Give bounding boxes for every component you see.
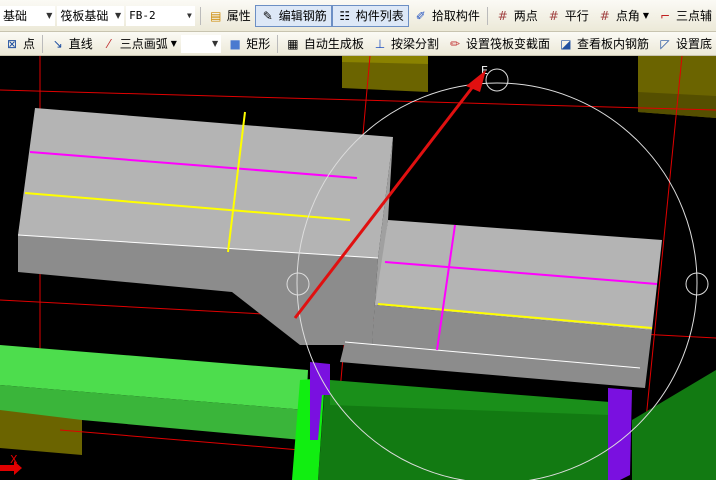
point-angle-button[interactable]: # 点角 ▼ [593,5,653,27]
pick-component-button[interactable]: ✐ 拾取构件 [409,5,484,27]
floor-combo-value: 基础 [3,9,28,23]
split-icon: ⊥ [374,36,386,51]
split-by-beam-button[interactable]: ⊥ 按梁分割 [368,33,443,55]
auto-generate-label: 自动生成板 [303,37,364,51]
split-by-beam-label: 按梁分割 [390,37,439,51]
floor-combo[interactable]: 基础 ▼ [0,5,56,26]
point-angle-icon: # [599,8,610,23]
line-icon: ↘ [52,36,63,51]
three-point-axis-button[interactable]: ⌐ 三点辅 [653,5,716,27]
two-points-label: 两点 [513,9,538,23]
view-slab-rebar-label: 查看板内钢筋 [576,37,649,51]
set-more-button[interactable]: ◸ 设置底 [653,33,716,55]
slab-right [340,220,662,388]
separator [486,6,488,25]
edit-rebar-button[interactable]: ✎ 编辑钢筋 [254,4,332,27]
parallel-button[interactable]: # 平行 [542,5,593,27]
set-raft-section-button[interactable]: ✏ 设置筏板变截面 [443,33,554,55]
edit-rebar-label: 编辑钢筋 [278,9,327,23]
pencil-icon: ✎ [262,8,273,23]
rectangle-label: 矩形 [246,37,271,51]
eyedropper-icon: ✐ [415,8,426,23]
line-label: 直线 [68,37,93,51]
name-combo-value: FB-2 [129,9,156,22]
separator [277,34,278,53]
main-toolbar: 基础 ▼ 筏板基础 ▼ FB-2 ▼ ▤ 属性 ✎ 编辑钢筋 ☷ 构件列表 ✐ 拾取构件 # 两… [0,0,716,32]
set-more-label: 设置底 [675,37,712,51]
arc-icon: ⁄ [107,36,110,51]
rectangle-button[interactable]: ■ 矩形 [223,33,274,55]
view-slab-rebar-button[interactable]: ◪ 查看板内钢筋 [554,33,653,55]
auto-generate-button[interactable]: ▦ 自动生成板 [281,33,368,55]
grid-icon: ▦ [287,36,299,51]
draw-toolbar: ⊠ 点 ↘ 直线 ⁄ 三点画弧 ▼ ▼ ■ 矩形 ▦ 自动生成板 ⊥ 按梁分割 ✏ 设置筏板变截… [0,32,716,56]
chevron-down-icon: ▼ [170,39,177,48]
arc-mode-combo[interactable]: ▼ [180,34,222,53]
chevron-down-icon: ▼ [114,11,122,20]
properties-button[interactable]: ▤ 属性 [204,5,255,27]
chevron-down-icon: ▼ [212,39,219,48]
point-label: 点 [23,37,36,51]
component-list-button[interactable]: ☷ 构件列表 [331,4,409,27]
three-point-axis-label: 三点辅 [675,9,712,23]
arc-label: 三点画弧 [119,37,168,51]
separator [199,6,201,25]
two-points-button[interactable]: # 两点 [491,5,542,27]
chevron-down-icon: ▼ [46,11,53,20]
list-icon: ☷ [339,8,351,23]
point-button[interactable]: ⊠ 点 [0,33,39,55]
point-icon: ⊠ [6,36,18,51]
parallel-label: 平行 [564,9,589,23]
3d-canvas[interactable]: E X [0,56,716,480]
view-rebar-icon: ◪ [560,36,572,51]
point-angle-label: 点角 [615,9,640,23]
separator [42,34,43,53]
line-button[interactable]: ↘ 直线 [46,33,97,55]
component-list-label: 构件列表 [355,9,404,23]
chevron-down-icon: ▼ [186,11,192,20]
two-points-axis-icon: # [497,8,508,23]
chevron-down-icon: ▼ [642,11,649,20]
properties-icon: ▤ [210,8,222,23]
parallel-icon: # [548,8,559,23]
type-combo-value: 筏板基础 [60,9,109,23]
eraser-icon: ✏ [449,36,460,51]
arc-button[interactable]: ⁄ 三点画弧 ▼ [97,33,181,55]
name-combo[interactable]: FB-2 ▼ [126,5,195,26]
type-combo[interactable]: 筏板基础 ▼ [57,5,125,26]
three-point-axis-icon: ⌐ [659,8,671,23]
rectangle-icon: ■ [229,36,241,51]
set-raft-section-label: 设置筏板变截面 [465,37,550,51]
properties-label: 属性 [226,9,251,23]
set-icon: ◸ [660,36,670,51]
pick-component-label: 拾取构件 [431,9,480,23]
